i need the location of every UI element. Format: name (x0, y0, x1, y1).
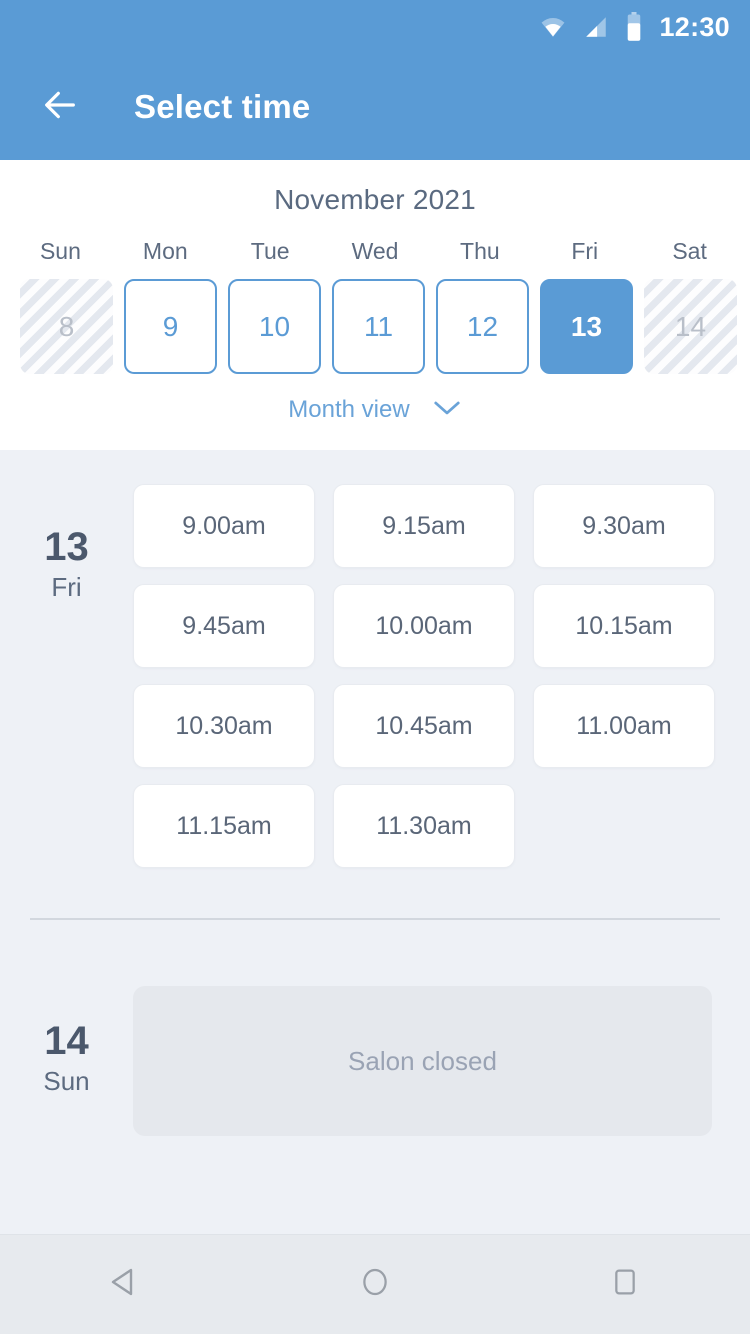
weekday-label: Tue (250, 238, 290, 264)
nav-back-button[interactable] (80, 1240, 170, 1330)
day-cell-14: 14 (644, 279, 737, 374)
month-view-label: Month view (288, 396, 410, 423)
salon-closed-card: Salon closed (133, 986, 712, 1136)
weekday-label: Mon (142, 238, 188, 264)
home-circle-icon (358, 1265, 392, 1304)
chevron-down-icon (432, 399, 462, 422)
arrow-left-icon (40, 85, 80, 130)
back-triangle-icon (107, 1264, 143, 1305)
app-screen: 12:30 Select time November 2021 Sun Mon … (0, 0, 750, 1334)
status-bar: 12:30 (0, 0, 750, 54)
day-cell-11[interactable]: 11 (332, 279, 425, 374)
calendar-panel: November 2021 Sun Mon Tue Wed Thu Fri Sa… (0, 160, 750, 450)
back-button[interactable] (34, 81, 86, 133)
time-slot[interactable]: 11.00am (533, 684, 715, 768)
app-bar: Select time (0, 54, 750, 160)
weekday-label: Sat (672, 238, 707, 264)
signal-icon (583, 14, 609, 40)
day-weekday: Sun (43, 1066, 90, 1096)
wifi-icon (539, 13, 567, 41)
time-slot[interactable]: 10.15am (533, 584, 715, 668)
time-slot[interactable]: 10.45am (333, 684, 515, 768)
nav-recents-button[interactable] (580, 1240, 670, 1330)
month-title: November 2021 (274, 184, 476, 215)
day-weekday: Fri (51, 572, 82, 602)
day-cell-9[interactable]: 9 (124, 279, 217, 374)
day-label-14: 14 Sun (0, 986, 133, 1136)
day-label-13: 13 Fri (0, 484, 133, 868)
day-cell-13[interactable]: 13 (540, 279, 633, 374)
schedule-day-13: 13 Fri 9.00am 9.15am 9.30am 9.45am 10.00… (0, 450, 750, 868)
nav-home-button[interactable] (330, 1240, 420, 1330)
month-view-toggle[interactable]: Month view (0, 374, 750, 450)
time-slot[interactable]: 9.30am (533, 484, 715, 568)
schedule-area: 13 Fri 9.00am 9.15am 9.30am 9.45am 10.00… (0, 450, 750, 1234)
day-number: 14 (44, 1019, 89, 1063)
battery-icon (625, 12, 643, 42)
time-slot[interactable]: 11.15am (133, 784, 315, 868)
weekday-label: Fri (571, 238, 599, 264)
weekday-label: Wed (351, 238, 399, 264)
day-cell-8: 8 (20, 279, 113, 374)
time-slot[interactable]: 11.30am (333, 784, 515, 868)
day-number: 13 (44, 525, 89, 569)
weekday-label: Thu (460, 238, 500, 264)
day-cell-12[interactable]: 12 (436, 279, 529, 374)
weekday-header-row: Sun Mon Tue Wed Thu Fri Sat (0, 238, 750, 265)
time-slot[interactable]: 10.30am (133, 684, 315, 768)
day-cell-10[interactable]: 10 (228, 279, 321, 374)
time-slot[interactable]: 9.45am (133, 584, 315, 668)
android-nav-bar (0, 1234, 750, 1334)
time-slot[interactable]: 9.00am (133, 484, 315, 568)
time-slot-grid: 9.00am 9.15am 9.30am 9.45am 10.00am 10.1… (133, 484, 733, 868)
day-strip[interactable]: 8 9 10 11 12 13 14 (0, 265, 750, 374)
page-title: Select time (134, 88, 311, 125)
status-bar-clock: 12:30 (659, 11, 730, 42)
recents-square-icon (609, 1266, 641, 1303)
time-slot[interactable]: 10.00am (333, 584, 515, 668)
time-slot[interactable]: 9.15am (333, 484, 515, 568)
schedule-day-14: 14 Sun Salon closed (0, 920, 750, 1136)
weekday-label: Sun (39, 238, 81, 264)
